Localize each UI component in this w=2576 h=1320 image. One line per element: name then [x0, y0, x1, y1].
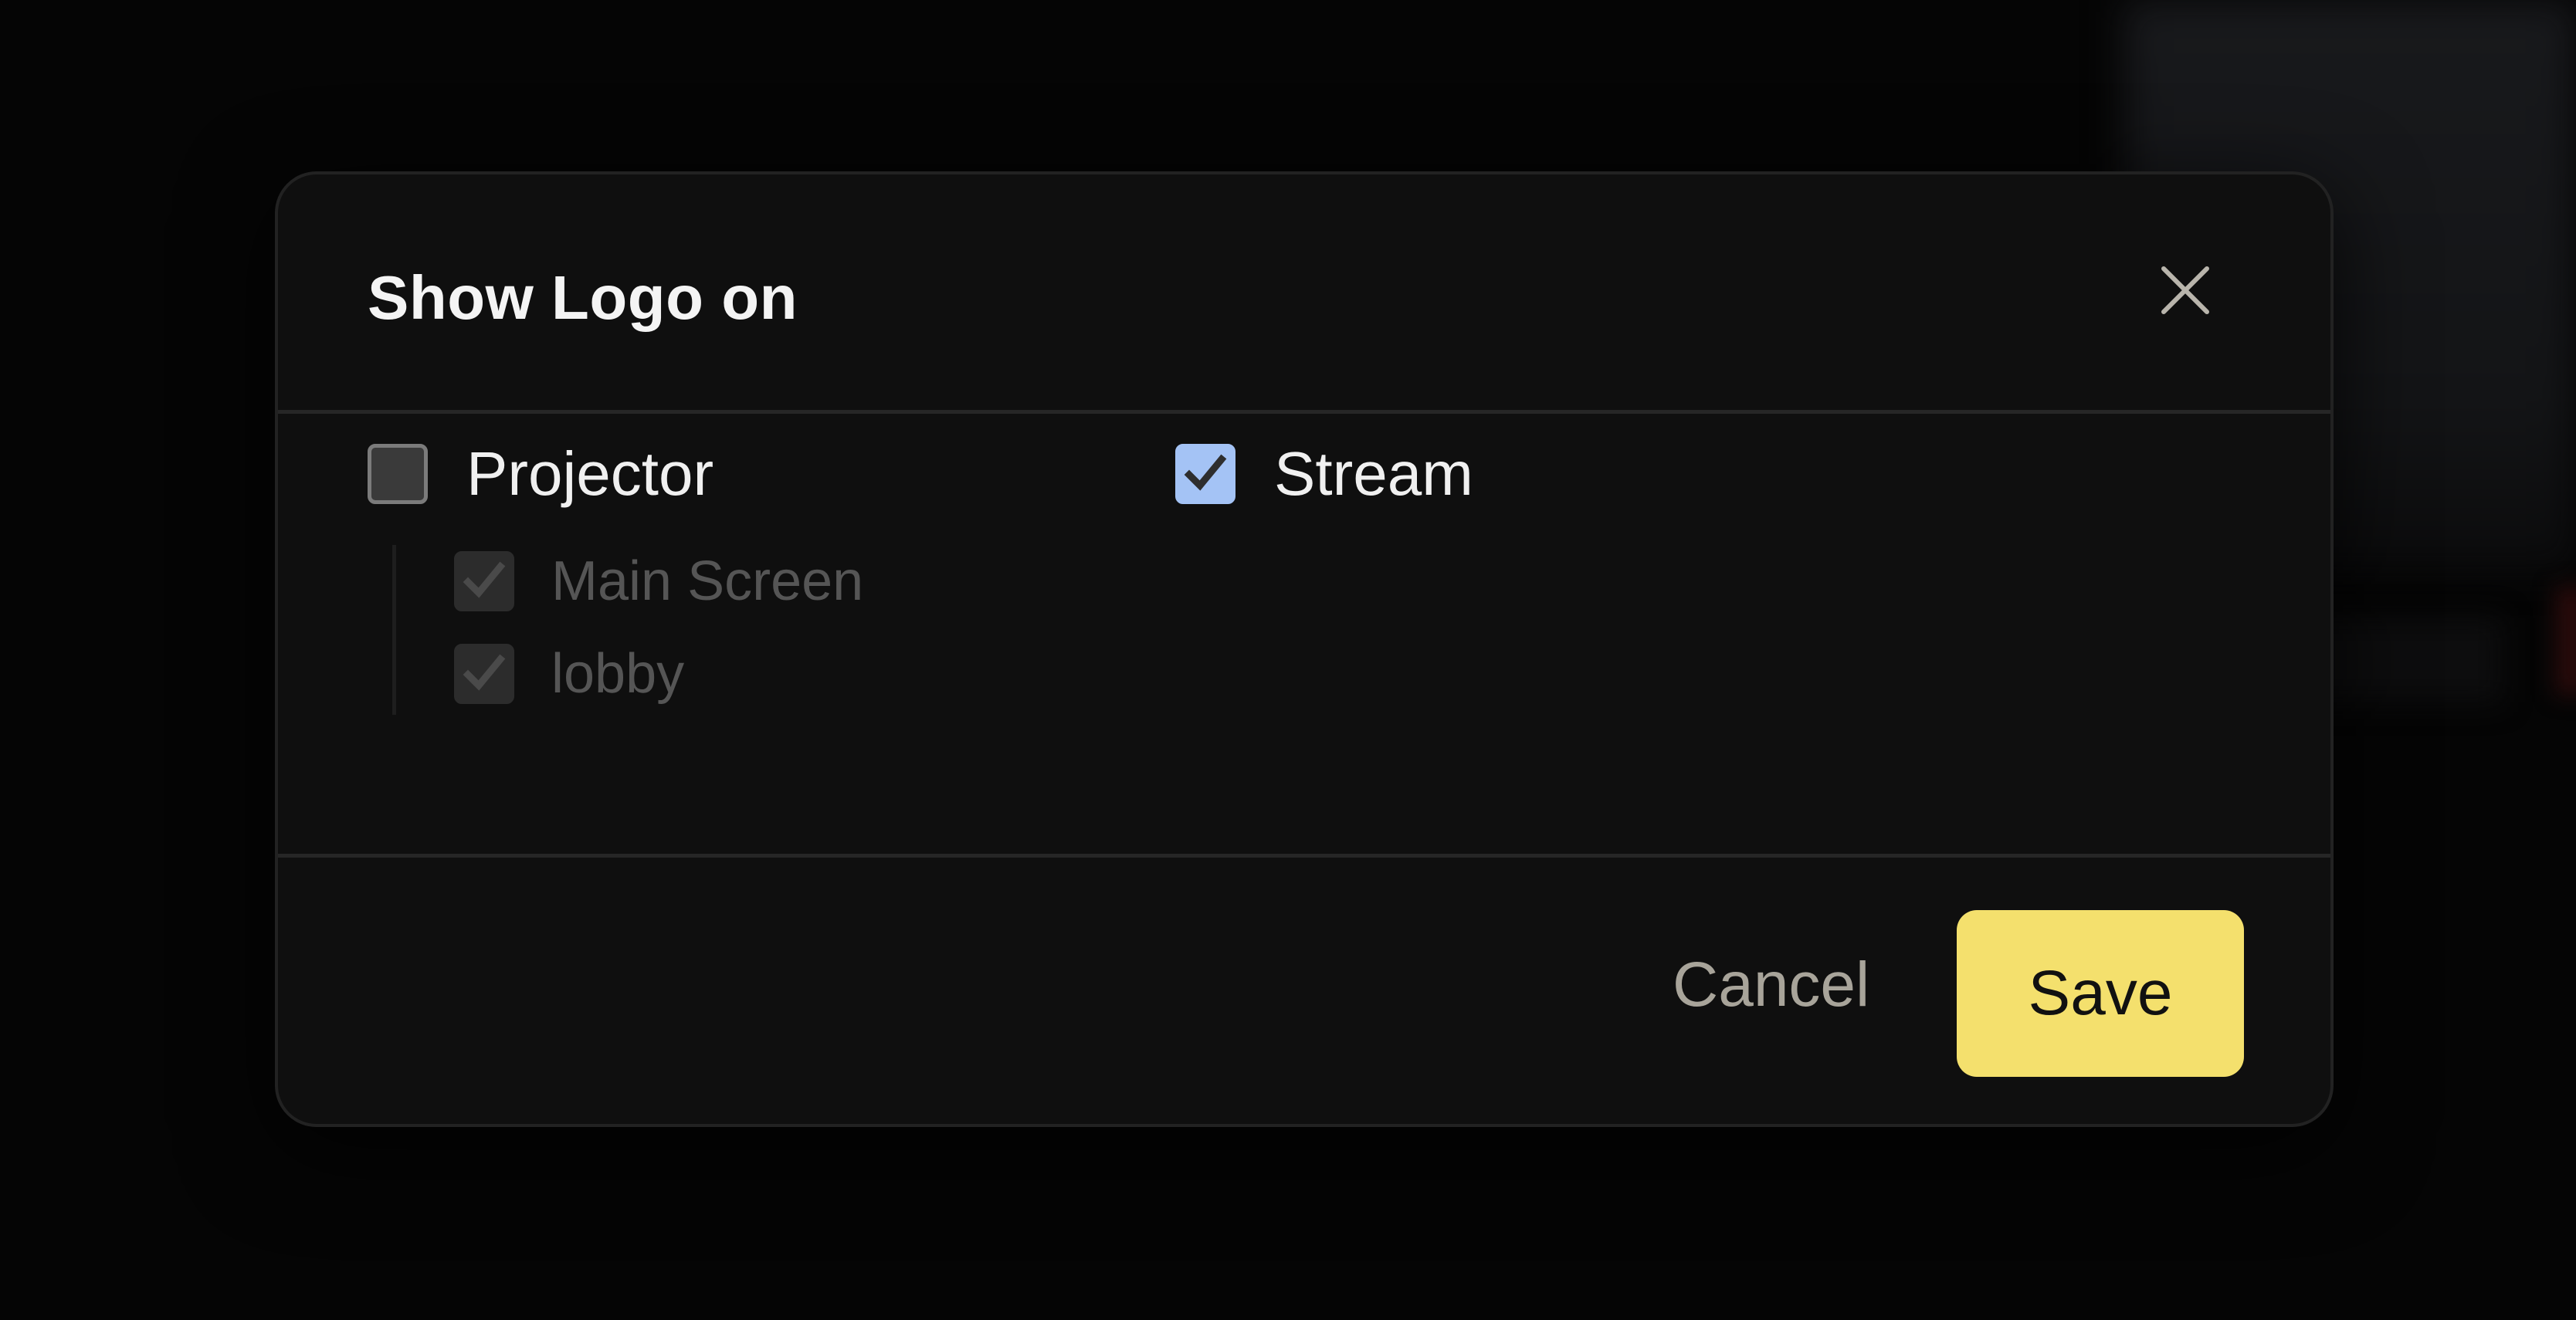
- checkmark-icon: [463, 561, 506, 598]
- stream-checkbox[interactable]: [1175, 444, 1235, 504]
- stream-label: Stream: [1274, 439, 1473, 508]
- main-screen-label: Main Screen: [551, 550, 864, 612]
- lobby-label: lobby: [551, 643, 685, 705]
- projector-label: Projector: [466, 439, 714, 508]
- lobby-checkbox: [454, 644, 514, 704]
- cancel-button[interactable]: Cancel: [1651, 904, 1891, 1066]
- stream-option[interactable]: Stream: [1175, 438, 1473, 509]
- dialog-footer: Cancel Save: [278, 854, 2330, 1127]
- close-icon: [2161, 266, 2209, 314]
- dialog-title: Show Logo on: [368, 263, 798, 332]
- projector-checkbox[interactable]: [368, 444, 428, 504]
- projector-sub-options-divider: [392, 545, 396, 715]
- close-button[interactable]: [2147, 252, 2224, 329]
- main-screen-checkbox: [454, 551, 514, 611]
- main-screen-option: Main Screen: [454, 550, 863, 613]
- checkmark-icon: [463, 654, 506, 691]
- lobby-option: lobby: [454, 642, 684, 706]
- checkmark-icon: [1184, 454, 1227, 491]
- projector-option[interactable]: Projector: [368, 438, 713, 509]
- save-button[interactable]: Save: [1957, 910, 2244, 1077]
- background-accent: [2556, 587, 2576, 695]
- show-logo-dialog: Show Logo on Projector Stream Main Scree…: [275, 171, 2334, 1127]
- dialog-header: Show Logo on: [278, 174, 2330, 414]
